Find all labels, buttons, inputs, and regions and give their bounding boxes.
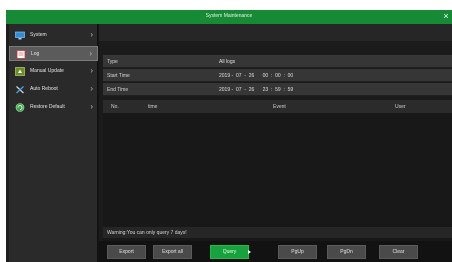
sidebar-item-label: Restore Default (30, 104, 65, 110)
update-icon (15, 67, 25, 76)
filter-row-start: Start Time 2019 - 07 - 26 00 : 00 : 00 (103, 69, 452, 82)
restore-icon (15, 103, 25, 112)
chevron-right-icon: › (89, 49, 92, 58)
close-icon[interactable]: × (441, 11, 451, 21)
window-title: System Maintenance (205, 13, 253, 19)
sidebar-item-label: System (30, 32, 47, 38)
chevron-right-icon: › (90, 84, 93, 93)
start-time-label: Start Time (107, 73, 130, 79)
sidebar-item-restore-default[interactable]: Restore Default › (9, 100, 98, 115)
type-select[interactable]: All logs (219, 59, 235, 65)
query-button[interactable]: Query (210, 245, 249, 259)
filter-row-end: End Time 2019 - 07 - 26 23 : 59 : 59 (103, 83, 452, 96)
start-time-field[interactable]: 2019 - 07 - 26 00 : 00 : 00 (219, 73, 293, 79)
panel-header (99, 24, 452, 41)
pgdn-button[interactable]: PgDn (327, 245, 366, 259)
log-icon (16, 50, 26, 59)
sidebar-item-label: Auto Reboot (30, 86, 58, 92)
mouse-cursor-icon (248, 250, 251, 254)
sidebar-item-log[interactable]: Log › (9, 46, 98, 61)
warning-bar: Warning:You can only query 7 days! (103, 227, 452, 238)
column-no: No. (111, 104, 119, 110)
chevron-right-icon: › (90, 66, 93, 75)
chevron-right-icon: › (90, 102, 93, 111)
column-user: User (395, 104, 406, 110)
filter-row-type: Type All logs (103, 55, 452, 68)
column-event: Event (273, 104, 286, 110)
tools-icon (16, 86, 24, 94)
clear-button[interactable]: Clear (379, 245, 418, 259)
chevron-right-icon: › (90, 30, 93, 39)
end-time-label: End Time (107, 87, 129, 93)
monitor-icon (15, 31, 25, 40)
warning-text: Warning:You can only query 7 days! (107, 230, 187, 236)
sidebar-item-system[interactable]: System › (9, 28, 98, 43)
sidebar-item-label: Log (31, 51, 40, 57)
export-all-button[interactable]: Export all (153, 245, 192, 259)
title-bar: System Maintenance × (6, 10, 452, 24)
sidebar-item-label: Manual Update (30, 68, 64, 74)
system-maintenance-window: System Maintenance × System › Log › Manu… (6, 10, 452, 262)
sidebar: System › Log › Manual Update › Auto Rebo… (6, 24, 98, 262)
type-label: Type (107, 59, 118, 65)
export-button[interactable]: Export (107, 245, 146, 259)
pgup-button[interactable]: PgUp (278, 245, 317, 259)
table-header: No. time Event User (103, 100, 452, 113)
column-time: time (148, 104, 158, 110)
sidebar-item-auto-reboot[interactable]: Auto Reboot › (9, 82, 98, 97)
sidebar-item-manual-update[interactable]: Manual Update › (9, 64, 98, 79)
end-time-field[interactable]: 2019 - 07 - 26 23 : 59 : 59 (219, 87, 293, 93)
button-bar: Export Export all Query PgUp PgDn Clear (99, 241, 452, 262)
